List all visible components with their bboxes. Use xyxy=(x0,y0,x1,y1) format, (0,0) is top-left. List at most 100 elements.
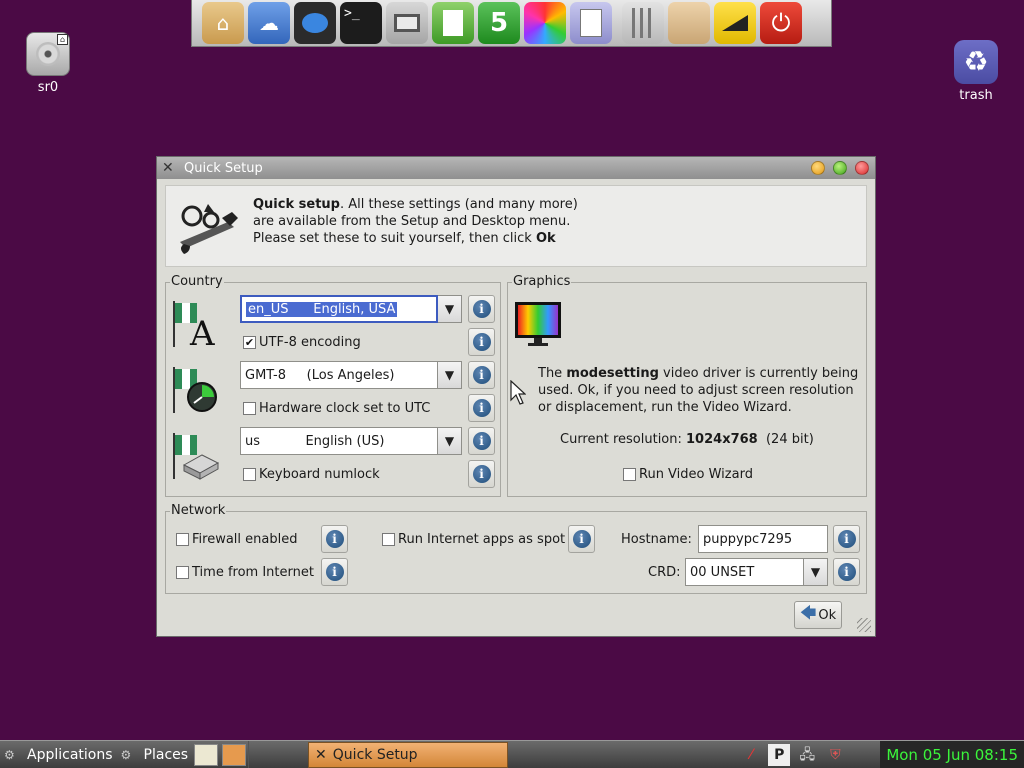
locale-dropdown-button[interactable]: ▼ xyxy=(438,295,462,323)
firewall-checkbox[interactable]: Firewall enabled xyxy=(176,532,297,547)
crd-value: 00 UNSET xyxy=(690,564,755,580)
hostname-info-button[interactable]: i xyxy=(833,525,860,553)
firewall-shield-icon[interactable]: ⛨ xyxy=(824,744,846,766)
time-internet-info-button[interactable]: i xyxy=(321,558,348,586)
country-group: Country A en_US English, USA ▼ i ✔ UTF-8… xyxy=(165,274,501,497)
ok-button[interactable]: 🡄 Ok xyxy=(794,601,842,629)
timezone-select[interactable]: GMT-8 (Los Angeles) ▼ xyxy=(240,361,462,389)
power-icon[interactable]: ⏻ xyxy=(760,2,802,44)
info-icon: i xyxy=(472,465,491,483)
info-icon: i xyxy=(472,366,491,384)
minimize-button[interactable] xyxy=(811,161,825,175)
desktop-icon-label: trash xyxy=(959,88,993,103)
volume-tray-icon[interactable] xyxy=(852,744,874,766)
video-wizard-label: Run Video Wizard xyxy=(639,467,753,482)
hostname-field[interactable]: puppypc7295 xyxy=(698,525,828,553)
hwclock-checkbox[interactable]: Hardware clock set to UTC xyxy=(243,401,430,416)
volume-icon[interactable] xyxy=(714,2,756,44)
taskbar: ⚙ Applications ⚙ Places ✕ Quick Setup ⁄ … xyxy=(0,740,1024,768)
spot-checkbox[interactable]: Run Internet apps as spot xyxy=(382,532,565,547)
timezone-value: GMT-8 (Los Angeles) xyxy=(245,367,395,383)
utf8-info-button[interactable]: i xyxy=(468,328,495,356)
video-wizard-checkbox[interactable]: Run Video Wizard xyxy=(623,467,753,482)
locale-select[interactable]: en_US English, USA xyxy=(240,295,438,323)
intro-line2: are available from the Setup and Desktop… xyxy=(253,214,571,229)
package-icon[interactable]: P xyxy=(768,743,791,766)
info-icon: i xyxy=(325,530,344,548)
desktop-icon-trash[interactable]: ♻ trash xyxy=(941,40,1011,103)
checkbox-unchecked[interactable] xyxy=(243,402,256,415)
intro-bold-title: Quick setup xyxy=(253,197,340,212)
timezone-info-button[interactable]: i xyxy=(468,361,495,389)
places-menu[interactable]: ⚙ Places xyxy=(117,741,193,768)
desktop-icon-label: sr0 xyxy=(37,80,59,95)
time-internet-checkbox[interactable]: Time from Internet xyxy=(176,565,314,580)
checkbox-checked[interactable]: ✔ xyxy=(243,336,256,349)
info-icon: i xyxy=(837,563,856,581)
clock[interactable]: Mon 05 Jun 08:15 xyxy=(880,741,1024,768)
optical-drive-icon: ⌂ xyxy=(26,32,70,76)
resize-grip-icon[interactable] xyxy=(857,618,871,632)
document-icon[interactable] xyxy=(432,2,474,44)
intro-line3-bold: Ok xyxy=(535,231,556,246)
checkbox-unchecked[interactable] xyxy=(243,468,256,481)
info-icon: i xyxy=(572,530,591,548)
cloud-icon[interactable]: ☁ xyxy=(248,2,290,44)
window-title: Quick Setup xyxy=(184,160,263,176)
utf8-checkbox[interactable]: ✔ UTF-8 encoding xyxy=(243,335,361,350)
keyboard-flag-icon xyxy=(173,433,220,480)
timezone-clock-icon xyxy=(173,367,217,413)
trash-icon: ♻ xyxy=(954,40,998,84)
locale-flag-icon: A xyxy=(173,301,215,349)
checkbox-unchecked[interactable] xyxy=(176,533,189,546)
ok-label: Ok xyxy=(818,607,837,623)
svg-text:A: A xyxy=(189,314,215,349)
spot-info-button[interactable]: i xyxy=(568,525,595,553)
network-group: Network Firewall enabled i Run Internet … xyxy=(165,503,867,594)
close-button[interactable] xyxy=(855,161,869,175)
locale-info-button[interactable]: i xyxy=(468,295,495,323)
desktop-icon-sr0[interactable]: ⌂ sr0 xyxy=(13,32,83,95)
network-disconnected-icon[interactable]: ⁄ xyxy=(740,744,762,766)
crd-select[interactable]: 00 UNSET ▼ xyxy=(685,558,828,586)
color-wheel-icon[interactable] xyxy=(524,2,566,44)
checkbox-unchecked[interactable] xyxy=(623,468,636,481)
crd-info-button[interactable]: i xyxy=(833,558,860,586)
folder-icon[interactable] xyxy=(668,2,710,44)
applications-label: Applications xyxy=(27,746,113,763)
checkbox-unchecked[interactable] xyxy=(176,566,189,579)
task-quick-setup[interactable]: ✕ Quick Setup xyxy=(308,741,509,768)
maximize-button[interactable] xyxy=(833,161,847,175)
network-status-icon[interactable]: 🖧 xyxy=(796,744,818,766)
app-dock: ⌂ ☁ >_ 5 ⏻ xyxy=(191,0,832,47)
numlock-info-button[interactable]: i xyxy=(468,460,495,488)
workspace-1[interactable] xyxy=(248,741,278,768)
numlock-checkbox[interactable]: Keyboard numlock xyxy=(243,467,380,482)
checkbox-unchecked[interactable] xyxy=(382,533,395,546)
keyboard-info-button[interactable]: i xyxy=(468,427,495,455)
hwclock-info-button[interactable]: i xyxy=(468,394,495,422)
monitor-icon[interactable] xyxy=(386,2,428,44)
show-desktop-icon[interactable] xyxy=(222,743,247,766)
spreadsheet-icon[interactable]: 5 xyxy=(478,2,520,44)
task-label: Quick Setup xyxy=(332,746,418,763)
firewall-info-button[interactable]: i xyxy=(321,525,348,553)
info-icon: i xyxy=(837,530,856,548)
system-tray: ⁄ P 🖧 ⛨ Mon 05 Jun 08:15 xyxy=(740,741,1024,768)
quick-setup-logo-icon xyxy=(180,204,238,254)
window-titlebar[interactable]: ✕ Quick Setup xyxy=(157,157,875,179)
mixer-icon[interactable] xyxy=(622,2,664,44)
desktop-notes-icon[interactable] xyxy=(194,743,219,766)
applications-menu[interactable]: ⚙ Applications xyxy=(0,741,117,768)
chat-icon[interactable] xyxy=(294,2,336,44)
intro-line1: . All these settings (and many more) xyxy=(339,197,578,212)
text-editor-icon[interactable] xyxy=(570,2,612,44)
monitor-icon xyxy=(515,302,561,346)
home-folder-icon[interactable]: ⌂ xyxy=(202,2,244,44)
numlock-label: Keyboard numlock xyxy=(259,467,380,482)
terminal-icon[interactable]: >_ xyxy=(340,2,382,44)
intro-line3: Please set these to suit yourself, then … xyxy=(253,231,536,246)
keyboard-select[interactable]: us English (US) ▼ xyxy=(240,427,462,455)
firewall-label: Firewall enabled xyxy=(192,532,298,547)
hwclock-label: Hardware clock set to UTC xyxy=(259,401,431,416)
